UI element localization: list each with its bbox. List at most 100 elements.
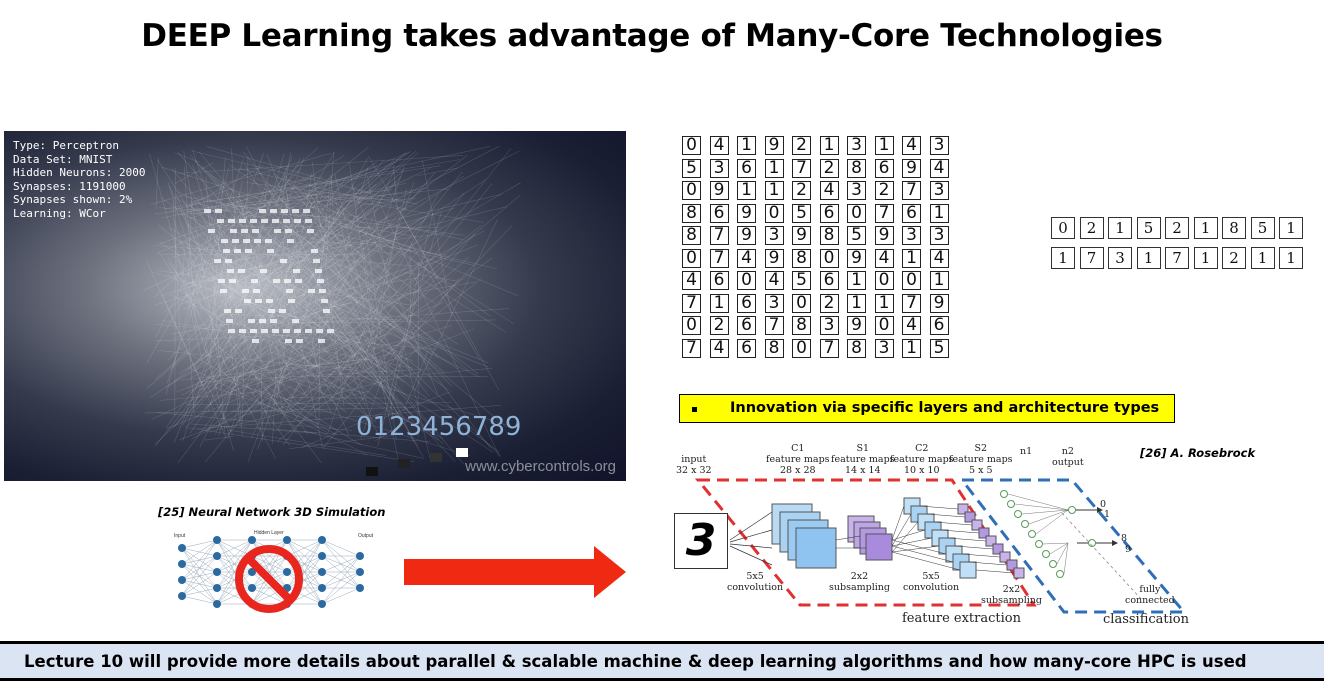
mnist-digit-cell: 0	[682, 181, 701, 200]
network-node	[318, 600, 326, 608]
mnist-digit-cell: 1	[847, 293, 866, 313]
mnist-digit-cell: 0	[902, 271, 921, 290]
info-line: Data Set: MNIST	[13, 152, 113, 166]
mnist-digit-cell: 1	[874, 293, 894, 313]
s1-label: S1 feature maps 14 x 14	[831, 443, 895, 476]
mnist-digit-cell: 7	[682, 338, 701, 358]
mnist-digit-cell: 8	[792, 248, 811, 268]
neural-network-simulation-image: Type: Perceptron Data Set: MNIST Hidden …	[4, 131, 626, 481]
s2-size: 5 x 5	[969, 465, 993, 476]
mnist-digit-cell: 0	[874, 316, 894, 335]
nn-label-hidden: Hidden Layer	[254, 530, 284, 536]
mnist-digit-cell: 7	[819, 338, 839, 358]
nn-label-output: Output	[358, 533, 374, 539]
mnist-digit-cell: 3	[764, 293, 784, 313]
info-line: Hidden Neurons: 2000	[13, 166, 146, 180]
mnist-digit-cell: 9	[929, 293, 949, 313]
digit-sample-cell: 5	[1250, 217, 1275, 239]
n1-label: n1	[1020, 446, 1033, 457]
nn-label-input: Input	[174, 533, 186, 539]
mnist-digit-cell: 7	[764, 316, 784, 335]
mnist-digit-cell: 9	[764, 136, 784, 155]
digit-sample-cell: 5	[1136, 217, 1161, 239]
s2-name: S2	[974, 443, 988, 454]
digit-sample-cell: 1	[1193, 247, 1218, 269]
c1-feature-maps	[771, 503, 837, 569]
mnist-digit-cell: 0	[792, 338, 811, 358]
digit-sample-cell: 1	[1279, 247, 1303, 269]
sub2-op-label: 2x2 subsampling	[981, 584, 1042, 606]
output-digit-labels: 0123456789	[356, 412, 521, 442]
mnist-digit-cell: 0	[847, 203, 866, 223]
mnist-digit-cell: 6	[737, 158, 756, 178]
network-node	[178, 544, 186, 552]
network-node	[283, 536, 291, 544]
mnist-digit-cell: 1	[929, 203, 949, 223]
mnist-digit-cell: 9	[737, 203, 756, 223]
mnist-digit-cell: 7	[902, 293, 921, 313]
c1-name: C1	[791, 443, 805, 454]
mnist-digit-cell: 0	[682, 248, 701, 268]
out-label-9: 9	[1125, 544, 1132, 555]
mnist-digit-cell: 9	[902, 158, 921, 178]
mnist-digit-cell: 5	[929, 338, 949, 358]
digit-sample-cell: 2	[1079, 217, 1104, 239]
mnist-digit-cell: 1	[902, 248, 921, 268]
mnist-digit-cell: 4	[902, 136, 921, 155]
mnist-digit-cell: 3	[874, 338, 894, 358]
mnist-digit-cell: 6	[709, 203, 729, 223]
c1-size: 28 x 28	[779, 465, 816, 476]
mnist-digit-cell: 4	[819, 181, 839, 200]
mnist-digit-cell: 4	[929, 248, 949, 268]
mnist-digit-cell: 1	[874, 136, 894, 155]
c1-desc: feature maps	[766, 454, 830, 465]
network-node	[178, 560, 186, 568]
mnist-digit-cell: 0	[874, 271, 894, 290]
mnist-digit-cell: 0	[764, 203, 784, 223]
mnist-digit-cell: 6	[902, 203, 921, 223]
innovation-text: Innovation via specific layers and archi…	[730, 400, 1160, 416]
input-size-text: 32 x 32	[676, 465, 712, 476]
info-line: Learning: WCor	[13, 206, 106, 220]
output-neuron	[398, 459, 410, 468]
mnist-digit-cell: 0	[737, 271, 756, 290]
mnist-digit-cell: 5	[792, 203, 811, 223]
output-neuron	[430, 453, 442, 462]
mnist-digit-cell: 0	[792, 293, 811, 313]
prohibited-icon	[235, 545, 303, 613]
mnist-digit-cell: 7	[682, 293, 701, 313]
mnist-digit-cell: 1	[764, 158, 784, 178]
mnist-digit-cell: 6	[737, 316, 756, 335]
mnist-digit-cell: 8	[682, 226, 701, 245]
mnist-digit-cell: 3	[902, 226, 921, 245]
network-node	[213, 584, 221, 592]
c2-size: 10 x 10	[903, 465, 940, 476]
c2-name: C2	[915, 443, 929, 454]
mnist-digit-cell: 9	[709, 181, 729, 200]
digit-sample-cell: 1	[1279, 217, 1303, 239]
mnist-digit-cell: 1	[737, 136, 756, 155]
n2-name: n2	[1061, 446, 1074, 457]
mnist-digit-cell: 5	[792, 271, 811, 290]
mnist-digit-cell: 0	[819, 248, 839, 268]
mnist-digit-cell: 2	[819, 293, 839, 313]
info-line: Synapses: 1191000	[13, 179, 126, 193]
mnist-digit-cell: 6	[874, 158, 894, 178]
mnist-digit-cell: 7	[792, 158, 811, 178]
digit-sample-cell: 0	[1051, 217, 1075, 239]
network-node	[248, 536, 256, 544]
info-line: Type: Perceptron	[13, 139, 119, 152]
mnist-digit-cell: 5	[682, 158, 701, 178]
mnist-digit-cell: 2	[709, 316, 729, 335]
watermark: www.cybercontrols.org	[465, 458, 616, 475]
network-node	[283, 568, 291, 576]
c2-label: C2 feature maps 10 x 10	[890, 443, 954, 476]
innovation-callout: Innovation via specific layers and archi…	[679, 394, 1175, 423]
digit-sample-cell: 8	[1222, 217, 1246, 239]
mnist-digit-cell: 6	[737, 293, 756, 313]
mnist-digit-cell: 3	[847, 136, 866, 155]
s1-feature-maps	[847, 515, 893, 561]
input-label: input 32 x 32	[676, 454, 712, 476]
mnist-digit-cell: 3	[929, 136, 949, 155]
mnist-digit-cell: 1	[819, 136, 839, 155]
